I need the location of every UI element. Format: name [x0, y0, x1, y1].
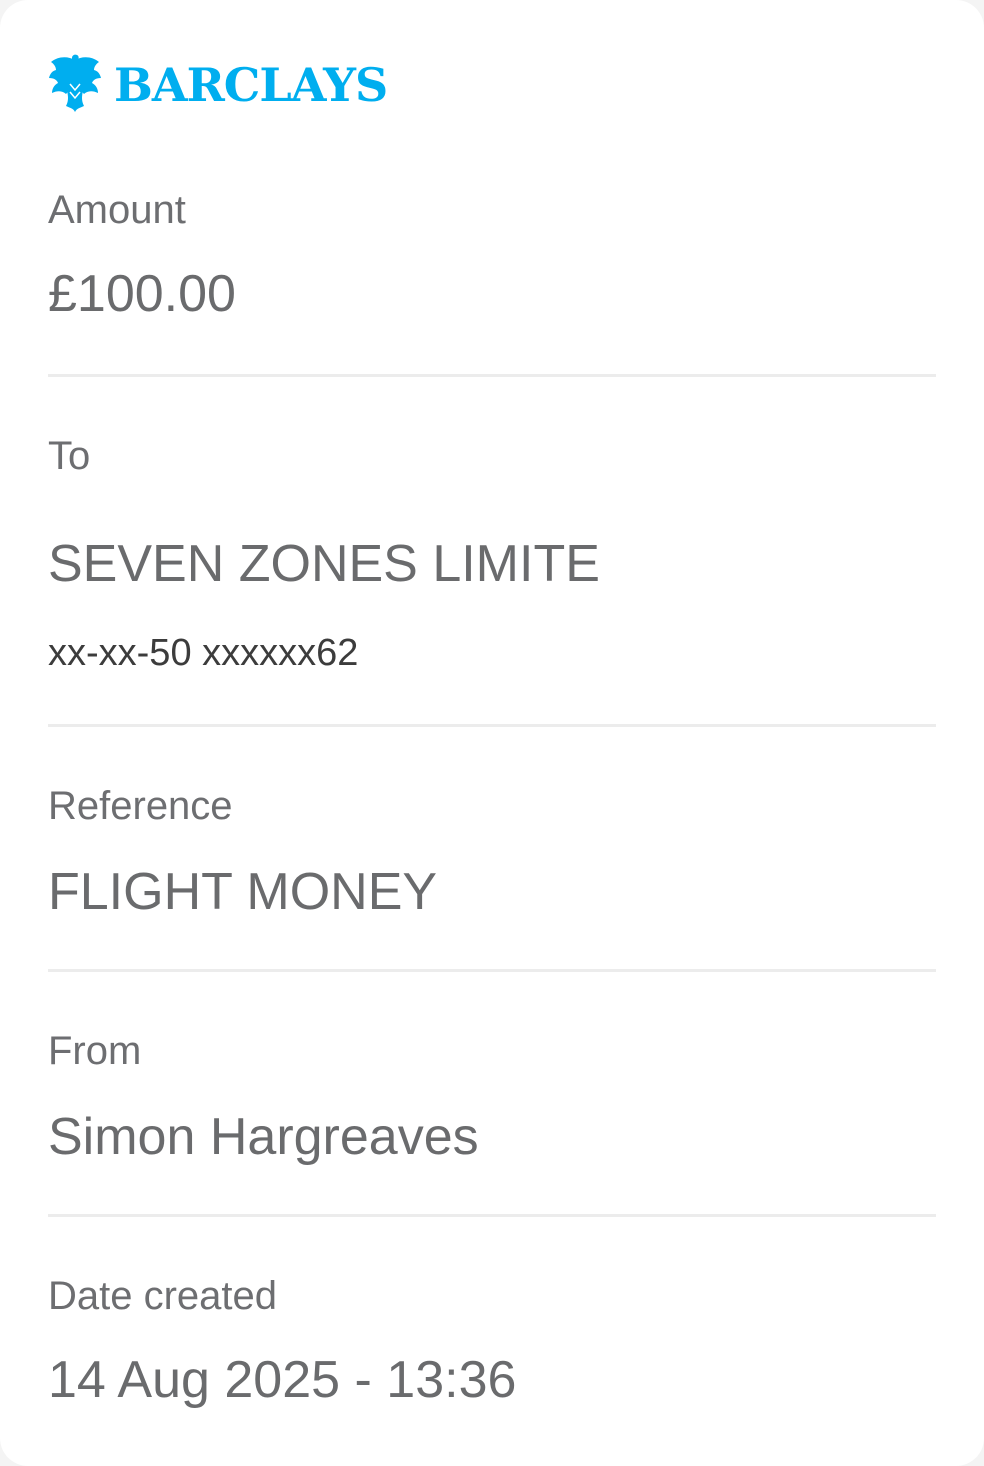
to-label: To: [48, 434, 91, 478]
amount-label: Amount: [48, 188, 186, 232]
eagle-icon: [49, 54, 101, 112]
divider: [48, 969, 936, 972]
date-created-value: 14 Aug 2025 - 13:36: [48, 1351, 517, 1409]
barclays-logo: BARCLAYS: [48, 54, 388, 114]
amount-value: £100.00: [48, 265, 236, 323]
brand-wordmark: BARCLAYS: [114, 58, 388, 112]
divider: [48, 1214, 936, 1217]
sender-name: Simon Hargreaves: [48, 1108, 479, 1166]
recipient-name: SEVEN ZONES LIMITE: [48, 535, 600, 593]
reference-value: FLIGHT MONEY: [48, 863, 438, 921]
reference-label: Reference: [48, 784, 233, 828]
from-label: From: [48, 1029, 142, 1073]
date-created-label: Date created: [48, 1274, 278, 1318]
recipient-account: xx-xx-50 xxxxxx62: [48, 632, 359, 674]
payment-details-card: BARCLAYS Amount £100.00 To SEVEN ZONES L…: [0, 0, 984, 1466]
divider: [48, 374, 936, 377]
divider: [48, 724, 936, 727]
